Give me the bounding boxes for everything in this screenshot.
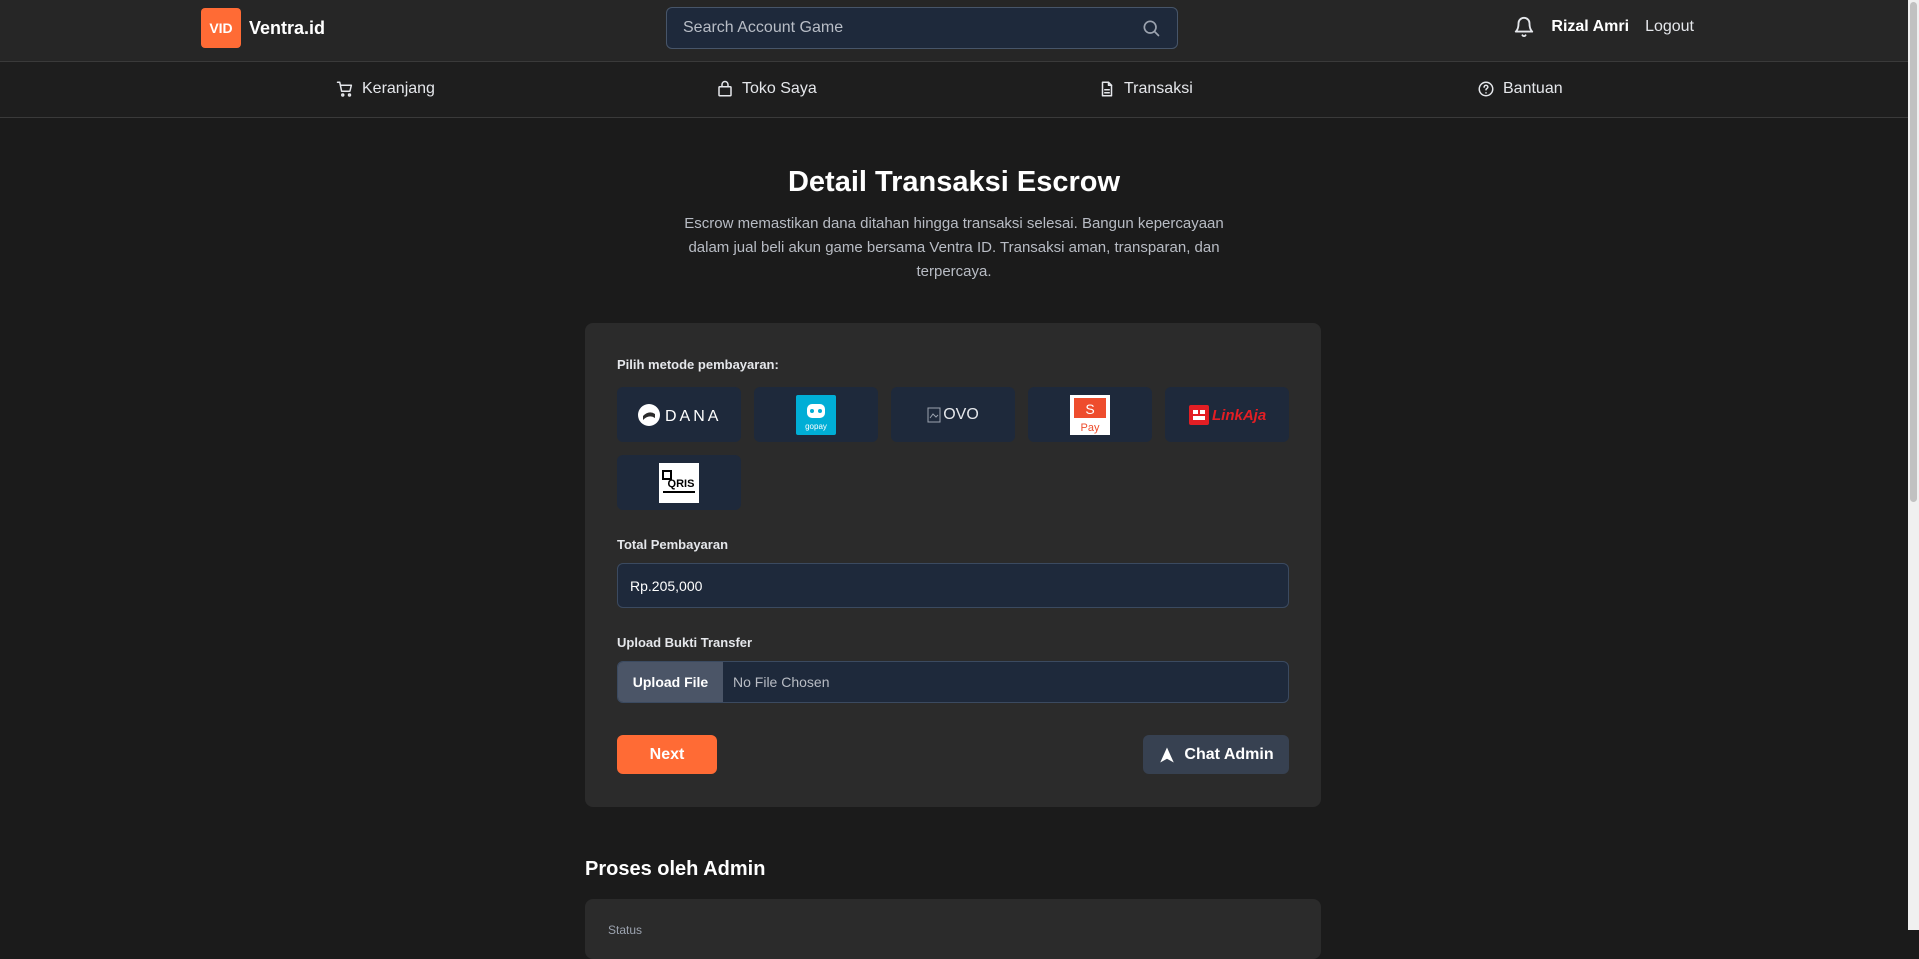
nav-item-toko-saya[interactable]: Toko Saya <box>716 80 817 98</box>
shopeepay-logo-icon: S Pay <box>1070 394 1110 435</box>
upload-label: Upload Bukti Transfer <box>617 635 753 650</box>
payment-option-ovo[interactable]: OVO <box>891 387 1015 442</box>
nav-label: Bantuan <box>1503 80 1563 97</box>
upload-status: No File Chosen <box>733 674 830 690</box>
payment-option-dana[interactable]: DANA <box>617 387 741 442</box>
dana-logo-icon: DANA <box>638 403 721 426</box>
bag-icon <box>718 80 732 97</box>
nav-label: Keranjang <box>362 80 435 97</box>
bell-icon[interactable] <box>1513 16 1535 38</box>
scrollbar-thumb[interactable] <box>1910 2 1917 502</box>
payment-option-gopay[interactable]: gopay <box>754 387 878 442</box>
chat-admin-button[interactable]: Chat Admin <box>1143 735 1289 774</box>
payment-option-qris[interactable]: QRIS <box>617 455 741 510</box>
nav-label: Transaksi <box>1124 80 1193 97</box>
payment-option-linkaja[interactable]: LinkAja <box>1165 387 1289 442</box>
top-header: VID Ventra.id Rizal Amri Logout <box>0 0 1908 62</box>
payment-method-label: Pilih metode pembayaran: <box>617 357 779 372</box>
chat-admin-label: Chat Admin <box>1184 745 1274 763</box>
ovo-broken-image: OVO <box>927 406 979 424</box>
nav-item-keranjang[interactable]: Keranjang <box>336 80 435 98</box>
upload-field: Upload File No File Chosen <box>617 661 1289 703</box>
search-bar <box>666 7 1178 49</box>
help-circle-icon <box>1478 81 1494 97</box>
gopay-text: gopay <box>805 422 827 431</box>
shopeepay-text: Pay <box>1081 422 1100 434</box>
cart-icon <box>336 81 353 97</box>
logo-badge: VID <box>201 8 241 48</box>
document-icon <box>1101 81 1113 97</box>
admin-status-card: Status <box>585 899 1321 959</box>
qris-logo-icon: QRIS <box>659 462 699 503</box>
logo[interactable]: VID Ventra.id <box>201 8 325 48</box>
ovo-alt-text: OVO <box>943 405 979 423</box>
user-area: Rizal Amri Logout <box>1513 16 1694 38</box>
next-button[interactable]: Next <box>617 735 717 774</box>
payment-option-shopeepay[interactable]: S Pay <box>1028 387 1152 442</box>
linkaja-text: LinkAja <box>1212 407 1266 424</box>
linkaja-logo-icon: LinkAja <box>1189 404 1266 425</box>
main-nav: Keranjang Toko Saya Transaksi Bantuan <box>0 62 1908 118</box>
logout-link[interactable]: Logout <box>1645 18 1694 36</box>
gopay-logo-icon: gopay <box>796 394 836 435</box>
nav-label: Toko Saya <box>742 80 817 97</box>
search-input[interactable] <box>683 19 1141 37</box>
nav-item-transaksi[interactable]: Transaksi <box>1098 80 1193 98</box>
svg-text:S: S <box>1085 401 1094 417</box>
payment-card: Pilih metode pembayaran: DANA gopay OVO <box>585 323 1321 807</box>
status-label: Status <box>608 923 643 937</box>
page-description: Escrow memastikan dana ditahan hingga tr… <box>684 215 1224 280</box>
dana-text: DANA <box>665 408 721 425</box>
total-payment-field: Rp.205,000 <box>617 563 1289 608</box>
username[interactable]: Rizal Amri <box>1551 18 1629 36</box>
nav-item-bantuan[interactable]: Bantuan <box>1477 80 1563 98</box>
broken-image-icon <box>927 407 941 422</box>
qris-text: QRIS <box>668 478 695 490</box>
search-icon[interactable] <box>1141 18 1161 38</box>
admin-section-title: Proses oleh Admin <box>585 858 766 880</box>
page-title: Detail Transaksi Escrow <box>787 166 1121 198</box>
total-label: Total Pembayaran <box>617 537 729 552</box>
logo-name: Ventra.id <box>249 17 326 38</box>
navigation-arrow-icon <box>1160 747 1175 762</box>
scrollbar[interactable] <box>1908 0 1919 930</box>
upload-file-button[interactable]: Upload File <box>618 662 723 702</box>
